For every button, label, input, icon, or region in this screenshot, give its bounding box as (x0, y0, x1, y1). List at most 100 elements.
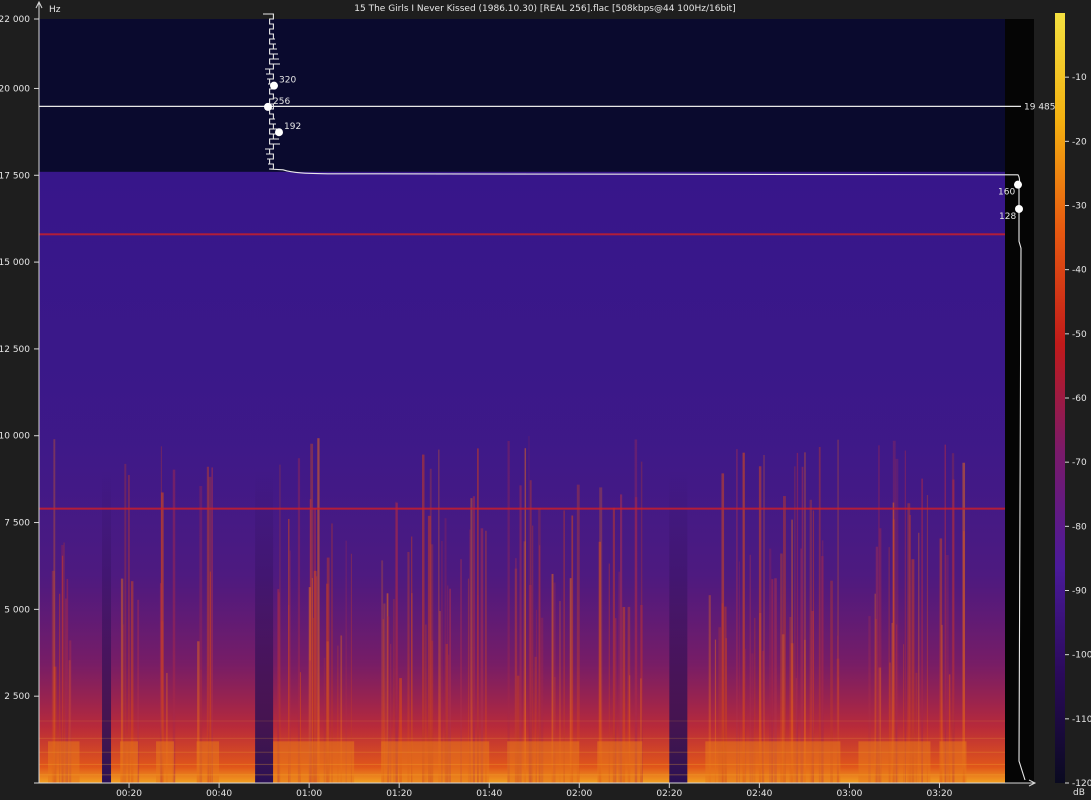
energy-streak (904, 450, 906, 783)
energy-streak (895, 458, 899, 783)
energy-streak (53, 439, 56, 783)
spectrogram-chart: 2 500 5 000 7 500 10 000 12 500 15 000 17 500 2… (0, 0, 1091, 799)
loud-bass-band (507, 741, 580, 783)
harmonic-line (39, 763, 1005, 765)
energy-streak (472, 496, 475, 783)
energy-streak (421, 454, 425, 783)
colorbar-tick-label: -90 (1072, 587, 1087, 597)
colorbar-tick-label: -50 (1072, 330, 1087, 340)
x-tick-label: 00:40 (206, 789, 232, 799)
loud-bass-band (120, 741, 139, 783)
harmonic-line (39, 774, 1005, 776)
low-frequency-energy (39, 383, 1005, 783)
colorbar-tick-label: -10 (1072, 73, 1087, 83)
quiet-section (255, 470, 274, 783)
y-axis-label: Hz (49, 5, 61, 15)
steady-tone-line (39, 507, 1005, 510)
y-tick-label: 5 000 (4, 605, 30, 615)
bitrate-marker (275, 128, 283, 137)
energy-streak (818, 446, 821, 783)
energy-streak (921, 478, 924, 783)
energy-streak (742, 452, 745, 783)
y-tick-label: 20 000 (0, 84, 30, 94)
reference-line-label: 19 485 (1024, 102, 1056, 112)
steady-tone-line (39, 233, 1005, 236)
energy-streak (528, 436, 530, 783)
x-tick-label: 01:00 (296, 789, 322, 799)
y-tick-label: 10 000 (0, 432, 30, 442)
energy-streak (794, 466, 796, 783)
colorbar (1055, 13, 1065, 783)
energy-streak (438, 449, 440, 783)
bitrate-marker-label: 160 (998, 188, 1015, 198)
energy-streak (736, 449, 738, 783)
colorbar-tick-label: -100 (1072, 651, 1091, 661)
x-tick-label: 01:40 (476, 789, 502, 799)
y-tick-label: 2 500 (4, 692, 30, 702)
energy-streak (877, 445, 880, 783)
y-tick-label: 15 000 (0, 258, 30, 268)
spectrogram-heatmap (39, 19, 1005, 783)
x-tick-label: 03:20 (926, 789, 952, 799)
energy-streak (951, 453, 955, 783)
loud-bass-band (273, 741, 355, 783)
colorbar-tick-label: -30 (1072, 202, 1087, 212)
energy-streak (926, 495, 929, 783)
bitrate-marker-label: 256 (273, 97, 290, 107)
energy-streak (317, 438, 320, 783)
bitrate-marker (264, 102, 272, 111)
x-tick-label: 00:20 (116, 789, 142, 799)
energy-streak (944, 444, 947, 783)
energy-streak (804, 452, 806, 783)
quiet-section (669, 470, 688, 783)
energy-streak (620, 494, 623, 783)
harmonic-line (39, 720, 1005, 722)
energy-streak (809, 499, 812, 783)
energy-streak (801, 466, 804, 783)
energy-streak (395, 502, 398, 783)
bitrate-marker-label: 320 (279, 76, 296, 86)
colorbar-tick-label: -60 (1072, 394, 1087, 404)
harmonic-line (39, 737, 1005, 739)
loud-bass-band (156, 741, 175, 783)
energy-streak (507, 440, 510, 783)
energy-streak (796, 452, 799, 783)
energy-streak (763, 455, 765, 783)
bitrate-marker-label: 192 (284, 122, 301, 132)
harmonic-line (39, 751, 1005, 753)
energy-streak (962, 462, 966, 783)
colorbar-tick-label: -40 (1072, 266, 1087, 276)
loud-bass-band (597, 741, 643, 783)
bitrate-marker (1014, 180, 1022, 189)
loud-bass-band (939, 741, 967, 783)
y-tick-label: 22 000 (0, 15, 30, 25)
chart-title: 15 The Girls I Never Kissed (1986.10.30)… (354, 4, 735, 14)
x-tick-label: 02:20 (656, 789, 682, 799)
y-tick-label: 17 500 (0, 171, 30, 181)
colorbar-label: dB (1073, 788, 1085, 798)
x-tick-label: 03:00 (836, 789, 862, 799)
colorbar-tick-label: -20 (1072, 137, 1087, 147)
x-tick-label: 02:40 (746, 789, 772, 799)
quiet-section (102, 470, 112, 783)
loud-bass-band (381, 741, 490, 783)
energy-streak (160, 446, 162, 783)
energy-streak (211, 467, 213, 783)
y-axis-ticks: 2 500 5 000 7 500 10 000 12 500 15 000 17 500 2… (0, 15, 39, 702)
loud-bass-band (196, 741, 220, 783)
loud-bass-band (48, 741, 80, 783)
bitrate-marker (1015, 204, 1023, 213)
y-tick-label: 12 500 (0, 345, 30, 355)
bitrate-marker-label: 128 (999, 212, 1016, 222)
energy-streak (124, 463, 127, 783)
energy-streak (279, 464, 281, 783)
y-tick-label: 7 500 (4, 519, 30, 529)
energy-streak (172, 469, 176, 783)
colorbar-ticks: -10-20-30-40-50-60-70-80-90-100-110-120 (1065, 73, 1091, 789)
loud-bass-band (705, 741, 841, 783)
x-axis-ticks: 00:20 00:40 01:00 01:20 01:40 02:00 02:20 02:40… (116, 783, 953, 799)
upper-band-region (39, 19, 1005, 172)
colorbar-tick-label: -80 (1072, 522, 1087, 532)
energy-streak (297, 458, 301, 783)
colorbar-tick-label: -70 (1072, 458, 1087, 468)
